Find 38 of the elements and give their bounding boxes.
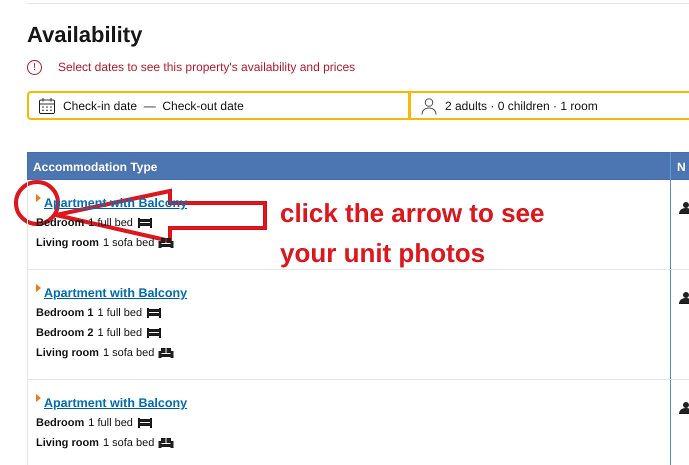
bed-info: 1 sofa bed — [102, 436, 154, 451]
room-name: Bedroom 1 — [36, 306, 94, 321]
caret-icon — [36, 194, 41, 202]
guest-icon — [679, 292, 689, 304]
room-link[interactable]: Apartment with Balcony — [44, 286, 188, 300]
bed-icon — [146, 326, 162, 339]
bed-info: 1 sofa bed — [102, 346, 154, 361]
annotation-text: click the arrow to see — [280, 197, 544, 230]
room-name: Living room — [36, 236, 99, 252]
guests-selector[interactable]: 2 adults · 0 children · 1 room — [410, 91, 689, 120]
warning-message: Select dates to see this property's availability and prices — [58, 59, 356, 76]
bed-info: 1 full bed — [97, 326, 142, 341]
room-link[interactable]: Apartment with Balcony — [44, 396, 188, 410]
warning-icon: ! — [27, 60, 42, 75]
section-title: Availability — [27, 22, 144, 48]
guest-icon — [679, 402, 689, 414]
bed-icon — [136, 416, 153, 429]
calendar-icon — [38, 96, 56, 115]
bed-info: 1 full bed — [88, 416, 133, 431]
person-icon — [420, 96, 438, 115]
bed-info: 1 full bed — [97, 306, 142, 321]
bed-info: 1 sofa bed — [102, 236, 154, 252]
bed-icon — [136, 217, 153, 230]
sofa-icon — [158, 346, 174, 359]
guest-icon — [679, 202, 689, 214]
room-name: Living room — [36, 346, 99, 361]
caret-icon — [36, 394, 41, 402]
caret-icon — [36, 284, 41, 292]
sofa-icon — [158, 237, 174, 250]
date-picker[interactable]: Check-in date — Check-out date — [27, 91, 410, 120]
sofa-icon — [158, 436, 174, 449]
column-header: Accommodation Type — [33, 160, 158, 174]
room-name: Living room — [36, 436, 99, 451]
annotation-text: your unit photos — [280, 237, 486, 270]
room-name: Bedroom 2 — [36, 326, 94, 341]
bed-icon — [146, 306, 162, 319]
column-header: N — [677, 160, 686, 174]
room-name: Bedroom — [36, 416, 84, 431]
